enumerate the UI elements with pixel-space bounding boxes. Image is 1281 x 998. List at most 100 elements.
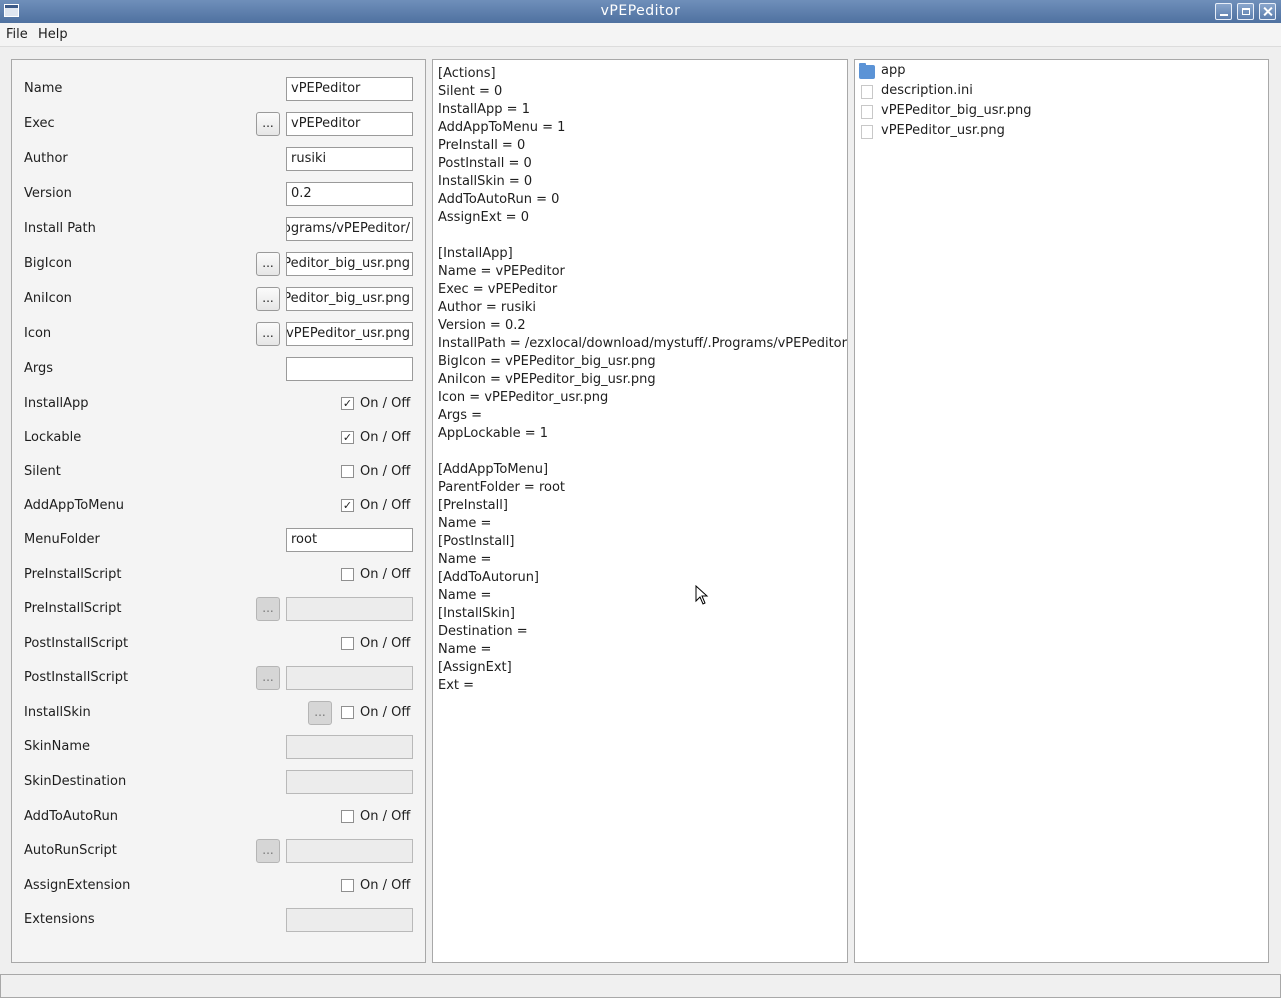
- exec-field[interactable]: vPEPeditor: [286, 112, 413, 136]
- post-install-script-field[interactable]: [286, 666, 413, 690]
- ini-line: InstallPath = /ezxlocal/download/mystuff…: [438, 336, 847, 351]
- file-name: description.ini: [881, 83, 973, 98]
- icon-field[interactable]: vPEPeditor_usr.png: [286, 322, 413, 346]
- name-field[interactable]: vPEPeditor: [286, 77, 413, 101]
- icon-label: Icon: [24, 326, 52, 341]
- menu-help[interactable]: Help: [38, 27, 68, 42]
- ini-line: [InstallApp]: [438, 246, 513, 261]
- install-skin-browse-button[interactable]: ...: [308, 701, 332, 725]
- install-app-toggle-label[interactable]: On / Off: [360, 396, 410, 411]
- exec-browse-button[interactable]: ...: [256, 112, 280, 136]
- folder-icon: [859, 63, 875, 79]
- silent-label: Silent: [24, 464, 61, 479]
- version-field[interactable]: 0.2: [286, 182, 413, 206]
- post-install-on-off-label[interactable]: On / Off: [360, 636, 410, 651]
- menu-file[interactable]: File: [6, 27, 28, 42]
- menu-folder-field[interactable]: root: [286, 528, 413, 552]
- menu-bar: File Help: [0, 23, 1281, 47]
- install-path-label: Install Path: [24, 221, 96, 236]
- pre-install-checkbox[interactable]: [341, 568, 354, 581]
- post-install-checkbox[interactable]: [341, 637, 354, 650]
- window-title: vPEPeditor: [600, 3, 681, 19]
- version-label: Version: [24, 186, 72, 201]
- ini-preview-panel[interactable]: [Actions] Silent = 0 InstallApp = 1 AddAppT…: [432, 59, 848, 963]
- ini-line: Silent = 0: [438, 84, 503, 99]
- lockable-label: Lockable: [24, 430, 82, 445]
- ini-line: InstallApp = 1: [438, 102, 530, 117]
- install-skin-checkbox[interactable]: [341, 706, 354, 719]
- menu-folder-label: MenuFolder: [24, 532, 100, 547]
- post-install-browse-button[interactable]: ...: [256, 666, 280, 690]
- pre-install-browse-button[interactable]: ...: [256, 597, 280, 621]
- install-skin-on-off-label[interactable]: On / Off: [360, 705, 410, 720]
- skin-name-field[interactable]: [286, 735, 413, 759]
- install-path-field[interactable]: /ezxlocal/download/mystuff/.Programs/vPE…: [286, 217, 413, 241]
- ini-line: [AssignExt]: [438, 660, 512, 675]
- ini-line: AssignExt = 0: [438, 210, 529, 225]
- file-list-panel[interactable]: app description.ini vPEPeditor_big_usr.p…: [854, 59, 1269, 963]
- skin-name-label: SkinName: [24, 739, 90, 754]
- extensions-label: Extensions: [24, 912, 95, 927]
- ini-line: [InstallSkin]: [438, 606, 515, 621]
- maximize-icon: [1242, 8, 1250, 15]
- autorun-script-field[interactable]: [286, 839, 413, 863]
- name-label: Name: [24, 81, 63, 96]
- ini-line: InstallSkin = 0: [438, 174, 533, 189]
- ini-line: PostInstall = 0: [438, 156, 532, 171]
- ini-line: Icon = vPEPeditor_usr.png: [438, 390, 609, 405]
- assign-extension-on-off-label[interactable]: On / Off: [360, 878, 410, 893]
- pre-install-script-field[interactable]: [286, 597, 413, 621]
- big-icon-browse-button[interactable]: ...: [256, 252, 280, 276]
- ini-line: ParentFolder = root: [438, 480, 566, 495]
- image-file-icon: [861, 105, 873, 119]
- file-list-item[interactable]: description.ini: [859, 82, 1059, 102]
- silent-checkbox[interactable]: [341, 465, 354, 478]
- ini-line: [Actions]: [438, 66, 496, 81]
- skin-destination-field[interactable]: [286, 770, 413, 794]
- icon-browse-button[interactable]: ...: [256, 322, 280, 346]
- file-list-item[interactable]: vPEPeditor_big_usr.png: [859, 102, 1059, 122]
- ini-preview-text[interactable]: [Actions] Silent = 0 InstallApp = 1 AddAppT…: [438, 65, 847, 695]
- ini-line: [PreInstall]: [438, 498, 508, 513]
- add-to-autorun-label: AddToAutoRun: [24, 809, 118, 824]
- ini-line: PreInstall = 0: [438, 138, 526, 153]
- close-button[interactable]: [1259, 3, 1276, 20]
- add-to-autorun-on-off-label[interactable]: On / Off: [360, 809, 410, 824]
- args-field[interactable]: [286, 357, 413, 381]
- autorun-script-label: AutoRunScript: [24, 843, 117, 858]
- author-field[interactable]: rusiki: [286, 147, 413, 171]
- ani-icon-field[interactable]: vPEPeditor_big_usr.png: [286, 287, 413, 311]
- ini-line: [438, 227, 847, 245]
- add-to-autorun-checkbox[interactable]: [341, 810, 354, 823]
- lockable-toggle-label[interactable]: On / Off: [360, 430, 410, 445]
- ini-line: [AddAppToMenu]: [438, 462, 549, 477]
- file-list-item[interactable]: vPEPeditor_usr.png: [859, 122, 1059, 142]
- extensions-field[interactable]: [286, 908, 413, 932]
- ani-icon-browse-button[interactable]: ...: [256, 287, 280, 311]
- install-app-checkbox[interactable]: ✓: [341, 397, 354, 410]
- file-icon: [861, 85, 873, 99]
- ini-line: Exec = vPEPeditor: [438, 282, 558, 297]
- pre-install-on-off-label[interactable]: On / Off: [360, 567, 410, 582]
- add-app-to-menu-checkbox[interactable]: ✓: [341, 499, 354, 512]
- ini-line: [438, 443, 847, 461]
- lockable-checkbox[interactable]: ✓: [341, 431, 354, 444]
- author-label: Author: [24, 151, 68, 166]
- assign-extension-checkbox[interactable]: [341, 879, 354, 892]
- add-app-to-menu-toggle-label[interactable]: On / Off: [360, 498, 410, 513]
- title-bar[interactable]: vPEPeditor: [0, 0, 1281, 23]
- post-install-script-label: PostInstallScript: [24, 670, 129, 685]
- ini-line: BigIcon = vPEPeditor_big_usr.png: [438, 354, 656, 369]
- install-app-label: InstallApp: [24, 396, 89, 411]
- pre-install-script-label: PreInstallScript: [24, 601, 122, 616]
- image-file-icon: [861, 125, 873, 139]
- autorun-browse-button[interactable]: ...: [256, 839, 280, 863]
- big-icon-field[interactable]: vPEPeditor_big_usr.png: [286, 252, 413, 276]
- big-icon-label: BigIcon: [24, 256, 72, 271]
- silent-toggle-label[interactable]: On / Off: [360, 464, 410, 479]
- maximize-button[interactable]: [1237, 3, 1254, 20]
- file-name: app: [881, 63, 906, 78]
- minimize-button[interactable]: [1215, 3, 1232, 20]
- file-list-item[interactable]: app: [859, 62, 1059, 82]
- ini-line: Name =: [438, 516, 492, 531]
